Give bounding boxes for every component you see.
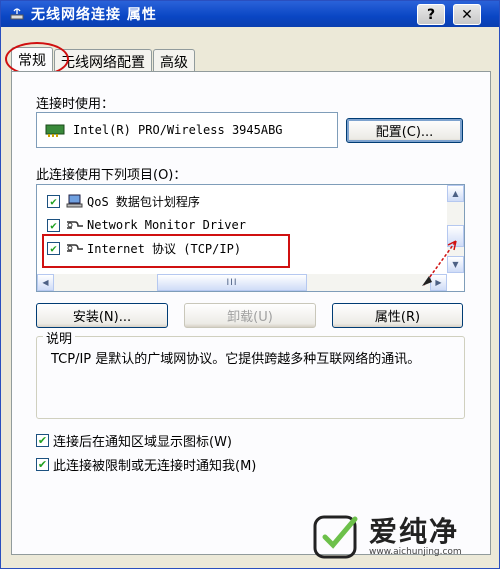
- title-bar[interactable]: 无线网络连接 属性 ? ✕: [1, 1, 499, 27]
- connect-using-label: 连接时使用：: [36, 97, 115, 112]
- protocol-icon: [67, 221, 83, 229]
- list-item[interactable]: ✔ QoS 数据包计划程序: [47, 191, 200, 211]
- description-text: TCP/IP 是默认的广域网协议。它提供跨越多种互联网络的通讯。: [51, 352, 421, 367]
- help-button[interactable]: ?: [417, 4, 445, 25]
- properties-button[interactable]: 属性(R): [332, 303, 463, 328]
- list-item[interactable]: ✔ Network Monitor Driver: [47, 215, 246, 235]
- scroll-left-icon[interactable]: ◀: [37, 274, 54, 291]
- close-button[interactable]: ✕: [453, 4, 481, 25]
- annotation-rectangle: [42, 234, 290, 268]
- show-icon-label: 连接后在通知区域显示图标(W): [53, 435, 232, 450]
- show-icon-option[interactable]: ✔ 连接后在通知区域显示图标(W): [36, 431, 232, 450]
- description-group: 说明 TCP/IP 是默认的广域网协议。它提供跨越多种互联网络的通讯。: [36, 328, 465, 419]
- uninstall-button: 卸载(U): [184, 303, 316, 328]
- horizontal-scrollbar[interactable]: ◀ III ▶: [37, 274, 447, 291]
- tab-advanced-label: 高级: [160, 55, 188, 71]
- adapter-box: Intel(R) PRO/Wireless 3945ABG: [36, 112, 338, 148]
- watermark: 爱纯净 www.aichunjing.com: [311, 509, 496, 565]
- item-checkbox[interactable]: ✔: [47, 218, 60, 232]
- scroll-up-icon[interactable]: ▲: [447, 185, 464, 202]
- watermark-logo-icon: [313, 515, 358, 559]
- window-title: 无线网络连接 属性: [31, 7, 157, 23]
- adapter-name: Intel(R) PRO/Wireless 3945ABG: [73, 123, 283, 137]
- notify-checkbox[interactable]: ✔: [36, 458, 49, 471]
- item-checkbox[interactable]: ✔: [47, 194, 60, 208]
- tab-wireless-label: 无线网络配置: [61, 55, 145, 71]
- watermark-brand: 爱纯净: [369, 515, 460, 548]
- configure-button[interactable]: 配置(C)...: [346, 118, 463, 143]
- items-label: 此连接使用下列项目(O)：: [36, 168, 187, 183]
- show-icon-checkbox[interactable]: ✔: [36, 434, 49, 447]
- install-button[interactable]: 安装(N)...: [36, 303, 168, 328]
- notify-label: 此连接被限制或无连接时通知我(M): [53, 459, 257, 474]
- notify-option[interactable]: ✔ 此连接被限制或无连接时通知我(M): [36, 455, 256, 474]
- tab-advanced[interactable]: 高级: [153, 49, 195, 72]
- qos-icon: [66, 194, 83, 208]
- properties-dialog: 无线网络连接 属性 ? ✕ 常规 无线网络配置 高级 连接时使用： Intel(…: [0, 0, 500, 569]
- tab-strip: 常规 无线网络配置 高级: [5, 42, 196, 76]
- tab-general[interactable]: 常规: [5, 42, 69, 76]
- network-adapter-icon: [45, 124, 65, 137]
- hscroll-thumb[interactable]: III: [157, 274, 307, 291]
- annotation-arrow-icon: [422, 240, 457, 286]
- item-label: QoS 数据包计划程序: [87, 194, 200, 209]
- watermark-url: www.aichunjing.com: [369, 547, 462, 557]
- description-legend: 说明: [43, 328, 76, 347]
- item-label: Network Monitor Driver: [87, 218, 246, 232]
- network-connection-icon: [10, 8, 24, 20]
